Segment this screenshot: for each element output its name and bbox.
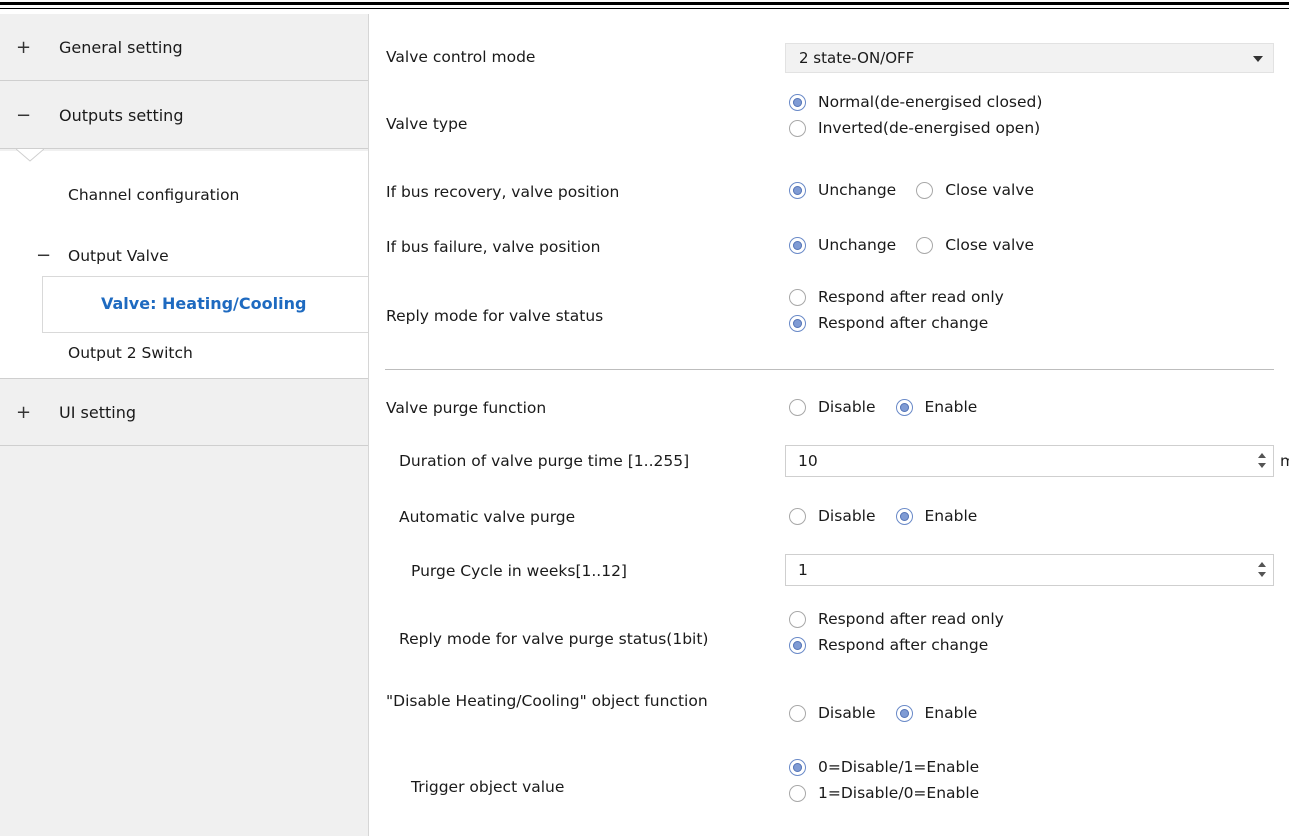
radio-unchecked-icon bbox=[789, 704, 806, 722]
purge-duration-spinbox[interactable]: 10 bbox=[785, 445, 1274, 477]
reply-mode-radio-group: Respond after read only Respond after ch… bbox=[789, 288, 1004, 340]
expand-icon[interactable]: + bbox=[16, 402, 31, 423]
reply-mode-label: Reply mode for valve status bbox=[386, 307, 604, 325]
purge-reply-label: Reply mode for valve purge status(1bit) bbox=[399, 630, 709, 648]
valve-control-mode-select[interactable]: 2 state-ON/OFF bbox=[785, 43, 1274, 73]
radio-unchecked-icon bbox=[789, 507, 806, 525]
bus-failure-label: If bus failure, valve position bbox=[386, 238, 601, 256]
sidebar-item-label: Outputs setting bbox=[59, 105, 184, 125]
sidebar-item-label: UI setting bbox=[59, 402, 136, 422]
radio-unchecked-icon bbox=[916, 181, 934, 199]
bus-recovery-radio-group: Unchange Close valve bbox=[789, 181, 1034, 199]
radio-checked-icon bbox=[895, 507, 913, 525]
radio-disable[interactable]: Disable bbox=[789, 507, 876, 525]
radio-disable[interactable]: Disable bbox=[789, 704, 876, 722]
disable-hc-radio-group: Disable Enable bbox=[789, 704, 977, 722]
spinner-arrows-icon[interactable] bbox=[1257, 452, 1267, 470]
radio-unchecked-icon bbox=[916, 236, 934, 254]
trigger-value-label: Trigger object value bbox=[411, 778, 565, 796]
unit-label: min bbox=[1280, 452, 1289, 470]
spinner-arrows-icon[interactable] bbox=[1257, 561, 1267, 579]
valve-type-radio-group: Normal(de-energised closed) Inverted(de-… bbox=[789, 93, 1042, 145]
purge-function-label: Valve purge function bbox=[386, 399, 547, 417]
radio-checked-icon bbox=[789, 314, 806, 332]
chevron-down-icon bbox=[1253, 56, 1263, 62]
bus-recovery-label: If bus recovery, valve position bbox=[386, 183, 620, 201]
sidebar-item-valve-heating-cooling[interactable]: Valve: Heating/Cooling bbox=[42, 276, 368, 333]
purge-cycle-label: Purge Cycle in weeks[1..12] bbox=[411, 562, 627, 580]
radio-unchecked-icon bbox=[789, 119, 806, 137]
sidebar-item-general-setting[interactable]: + General setting bbox=[0, 14, 368, 81]
radio-enable[interactable]: Enable bbox=[895, 704, 977, 722]
sidebar-item-output-valve[interactable]: Output Valve bbox=[68, 247, 169, 265]
sidebar-item-ui-setting[interactable]: + UI setting bbox=[0, 379, 368, 446]
radio-0-disable-1-enable[interactable]: 0=Disable/1=Enable bbox=[789, 758, 979, 776]
radio-enable[interactable]: Enable bbox=[895, 507, 977, 525]
radio-checked-icon bbox=[895, 398, 913, 416]
purge-cycle-spinbox[interactable]: 1 bbox=[785, 554, 1274, 586]
radio-respond-after-change[interactable]: Respond after change bbox=[789, 636, 1004, 654]
radio-checked-icon bbox=[789, 758, 806, 776]
sidebar-item-outputs-setting[interactable]: − Outputs setting bbox=[0, 82, 368, 149]
valve-type-label: Valve type bbox=[386, 115, 468, 133]
radio-close-valve[interactable]: Close valve bbox=[916, 236, 1034, 254]
radio-unchecked-icon bbox=[789, 288, 806, 306]
sidebar-item-output-2-switch[interactable]: Output 2 Switch bbox=[68, 344, 193, 362]
radio-unchange[interactable]: Unchange bbox=[789, 181, 896, 199]
collapse-icon[interactable]: − bbox=[36, 245, 51, 266]
parameter-panel: Valve control mode 2 state-ON/OFF Valve … bbox=[370, 14, 1289, 836]
valve-control-mode-label: Valve control mode bbox=[386, 48, 536, 66]
sidebar-item-channel-configuration[interactable]: Channel configuration bbox=[68, 186, 239, 204]
auto-purge-radio-group: Disable Enable bbox=[789, 507, 977, 525]
radio-checked-icon bbox=[789, 236, 806, 254]
collapse-icon[interactable]: − bbox=[16, 105, 31, 126]
spin-value: 1 bbox=[798, 561, 808, 579]
radio-enable[interactable]: Enable bbox=[895, 398, 977, 416]
radio-close-valve[interactable]: Close valve bbox=[916, 181, 1034, 199]
radio-checked-icon bbox=[789, 181, 806, 199]
purge-duration-label: Duration of valve purge time [1..255] bbox=[399, 452, 690, 470]
select-value: 2 state-ON/OFF bbox=[799, 49, 915, 67]
radio-checked-icon bbox=[789, 93, 806, 111]
auto-purge-label: Automatic valve purge bbox=[399, 508, 576, 526]
radio-disable[interactable]: Disable bbox=[789, 398, 876, 416]
section-divider bbox=[385, 369, 1274, 370]
radio-respond-after-change[interactable]: Respond after change bbox=[789, 314, 1004, 332]
purge-function-radio-group: Disable Enable bbox=[789, 398, 977, 416]
spin-value: 10 bbox=[798, 452, 818, 470]
radio-inverted[interactable]: Inverted(de-energised open) bbox=[789, 119, 1042, 137]
radio-checked-icon bbox=[789, 636, 806, 654]
tree-notch-icon bbox=[16, 149, 44, 162]
radio-respond-read-only[interactable]: Respond after read only bbox=[789, 288, 1004, 306]
radio-unchange[interactable]: Unchange bbox=[789, 236, 896, 254]
top-border bbox=[0, 0, 1289, 14]
trigger-value-radio-group: 0=Disable/1=Enable 1=Disable/0=Enable bbox=[789, 758, 979, 810]
radio-unchecked-icon bbox=[789, 784, 806, 802]
disable-hc-label: "Disable Heating/Cooling" object functio… bbox=[386, 692, 708, 710]
bus-failure-radio-group: Unchange Close valve bbox=[789, 236, 1034, 254]
expand-icon[interactable]: + bbox=[16, 37, 31, 58]
radio-unchecked-icon bbox=[789, 610, 806, 628]
outputs-subtree: Channel configuration − Output Valve Val… bbox=[0, 149, 368, 379]
sidebar: + General setting − Outputs setting Chan… bbox=[0, 14, 369, 836]
radio-normal[interactable]: Normal(de-energised closed) bbox=[789, 93, 1042, 111]
sidebar-item-label: General setting bbox=[59, 37, 183, 57]
radio-unchecked-icon bbox=[789, 398, 806, 416]
radio-1-disable-0-enable[interactable]: 1=Disable/0=Enable bbox=[789, 784, 979, 802]
radio-respond-read-only[interactable]: Respond after read only bbox=[789, 610, 1004, 628]
sidebar-item-label: Valve: Heating/Cooling bbox=[101, 294, 307, 313]
purge-reply-radio-group: Respond after read only Respond after ch… bbox=[789, 610, 1004, 662]
radio-checked-icon bbox=[895, 704, 913, 722]
